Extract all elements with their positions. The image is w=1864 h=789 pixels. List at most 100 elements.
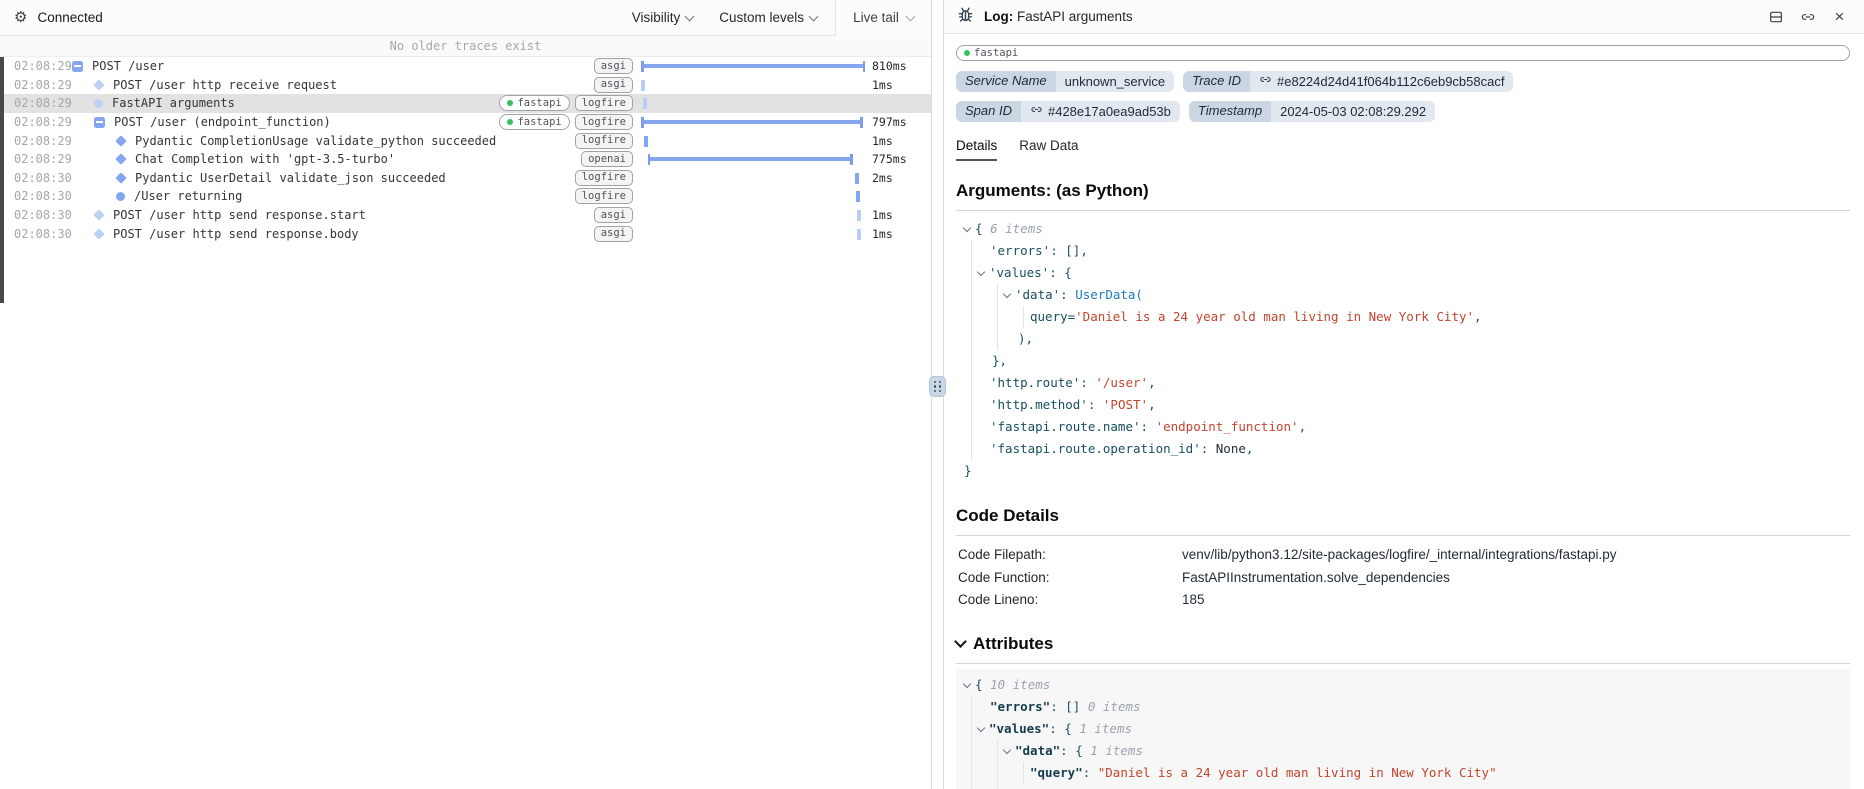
code-token: ), <box>1018 331 1033 346</box>
code-token: 'fastapi.route.name' <box>990 419 1141 434</box>
panel-resize-handle[interactable] <box>929 376 946 397</box>
detail-title: Log: FastAPI arguments <box>984 9 1133 24</box>
split-panel-icon[interactable] <box>1767 8 1784 25</box>
connection-status: ⚙ Connected <box>0 10 632 25</box>
custom-levels-menu[interactable]: Custom levels <box>719 10 817 25</box>
code-token: : <box>1060 287 1075 302</box>
meta-chip-label: Trace ID <box>1183 71 1250 92</box>
code-token: query= <box>1030 309 1075 324</box>
row-span: POST /user <box>72 59 594 73</box>
row-badges: openai <box>581 151 633 167</box>
trace-row[interactable]: 02:08:29POST /user (endpoint_function)fa… <box>0 113 931 132</box>
expand-chevron-icon[interactable] <box>977 723 985 731</box>
code-token: "query" <box>1030 765 1083 780</box>
indent-guide <box>971 262 972 284</box>
visibility-menu[interactable]: Visibility <box>632 10 694 25</box>
row-duration: 797ms <box>865 115 923 129</box>
row-badges: asgi <box>594 58 633 74</box>
code-detail-label: Code Filepath: <box>958 544 1182 567</box>
attributes-json-block: { 10 items"errors": [] 0 items"values": … <box>956 669 1850 789</box>
trace-row[interactable]: 02:08:29Chat Completion with 'gpt-3.5-tu… <box>0 150 931 169</box>
meta-chip-span-id[interactable]: Span ID#428e17a0ea9ad53b <box>956 101 1180 122</box>
trace-row[interactable]: 02:08:30/User returninglogfire <box>0 187 931 206</box>
tab-details[interactable]: Details <box>956 138 997 161</box>
trace-list-panel: ⚙ Connected Visibility Custom levels Liv… <box>0 0 932 789</box>
row-timestamp: 02:08:29 <box>14 115 72 129</box>
link-icon <box>1259 73 1272 89</box>
indent-guide <box>971 696 972 718</box>
meta-chip-value[interactable]: #e8224d24d41f064b112c6eb9cb58cacf <box>1250 71 1513 92</box>
trace-row[interactable]: 02:08:30Pydantic UserDetail validate_jso… <box>0 169 931 188</box>
row-badges: asgi <box>594 226 633 242</box>
code-detail-value: 185 <box>1182 589 1850 612</box>
close-icon[interactable]: × <box>1831 8 1848 25</box>
copy-link-icon[interactable] <box>1799 8 1816 25</box>
arguments-heading: Arguments: (as Python) <box>956 181 1850 201</box>
chevron-down-icon <box>905 11 915 21</box>
duration-bar-track <box>641 134 865 148</box>
code-details-rows: Code Filepath:venv/lib/python3.12/site-p… <box>956 536 1850 614</box>
left-scrollbar-thumb[interactable] <box>0 57 4 303</box>
tab-raw-data[interactable]: Raw Data <box>1019 138 1078 161</box>
expand-chevron-icon[interactable] <box>963 679 971 687</box>
code-line: "errors": [] 0 items <box>964 696 1850 718</box>
expand-chevron-icon[interactable] <box>1003 745 1011 753</box>
indent-guide <box>1023 306 1024 328</box>
asgi-badge: asgi <box>594 226 633 242</box>
duration-tick <box>641 80 645 91</box>
code-detail-row: Code Function:FastAPIInstrumentation.sol… <box>958 567 1850 590</box>
badge-label: asgi <box>601 78 626 90</box>
arguments-python-block: { 6 items'errors': [],'values': {'data':… <box>956 211 1850 486</box>
link-icon <box>1030 103 1043 119</box>
expand-chevron-icon[interactable] <box>977 268 985 276</box>
trace-row[interactable]: 02:08:30POST /user http send response.bo… <box>0 224 931 243</box>
fastapi-badge: fastapi <box>499 114 569 130</box>
badge-label: logfire <box>582 134 626 146</box>
code-line: "query": "Daniel is a 24 year old man li… <box>964 762 1850 784</box>
code-line: { 10 items <box>964 674 1850 696</box>
row-timestamp: 02:08:29 <box>14 152 72 166</box>
duration-bar-track <box>641 78 865 92</box>
trace-row[interactable]: 02:08:30POST /user http send response.st… <box>0 206 931 225</box>
trace-row[interactable]: 02:08:29Pydantic CompletionUsage validat… <box>0 131 931 150</box>
chevron-down-icon <box>809 11 819 21</box>
row-span-name: FastAPI arguments <box>112 96 235 110</box>
code-line: 'values': { <box>964 262 1850 284</box>
diamond-icon <box>115 135 126 146</box>
code-token: 6 items <box>990 221 1043 236</box>
trace-row[interactable]: 02:08:29POST /user http receive requesta… <box>0 76 931 95</box>
row-timestamp: 02:08:30 <box>14 171 72 185</box>
code-token: : <box>1088 397 1103 412</box>
duration-bar-track <box>641 152 865 166</box>
row-duration: 2ms <box>865 171 923 185</box>
settings-gear-icon[interactable]: ⚙ <box>14 10 27 25</box>
expand-chevron-icon[interactable] <box>1003 290 1011 298</box>
code-line: 'fastapi.route.name': 'endpoint_function… <box>964 416 1850 438</box>
code-detail-label: Code Lineno: <box>958 589 1182 612</box>
collapse-chevron-icon[interactable] <box>954 635 967 648</box>
circle-icon <box>116 192 125 201</box>
code-token: : <box>1141 419 1156 434</box>
row-span: Pydantic CompletionUsage validate_python… <box>72 134 575 148</box>
expand-chevron-icon[interactable] <box>963 224 971 232</box>
fastapi-tag-badge[interactable]: fastapi <box>956 45 1850 61</box>
trace-row[interactable]: 02:08:29POST /userasgi810ms <box>0 57 931 76</box>
meta-chip-value[interactable]: #428e17a0ea9ad53b <box>1021 101 1180 122</box>
code-token: 'errors' <box>990 243 1050 258</box>
meta-chip-text: #e8224d24d41f064b112c6eb9cb58cacf <box>1277 74 1504 89</box>
duration-tick <box>644 136 648 147</box>
live-tail-toggle[interactable]: Live tail <box>835 0 931 36</box>
code-token: 'values' <box>989 265 1049 280</box>
code-detail-value: venv/lib/python3.12/site-packages/logfir… <box>1182 544 1850 567</box>
trace-row[interactable]: 02:08:29FastAPI argumentsfastapilogfire <box>0 94 931 113</box>
toolbar-menus: Visibility Custom levels <box>632 10 817 25</box>
indent-guide <box>971 784 972 789</box>
code-token: 10 items <box>990 677 1050 692</box>
row-duration: 810ms <box>865 59 923 73</box>
code-line: "data": { 1 items <box>964 740 1850 762</box>
duration-tick <box>857 229 861 240</box>
code-token: } <box>964 463 972 478</box>
code-token: : { <box>1060 743 1090 758</box>
indent-guide <box>971 740 972 762</box>
meta-chip-trace-id[interactable]: Trace ID #e8224d24d41f064b112c6eb9cb58cac… <box>1183 71 1513 92</box>
